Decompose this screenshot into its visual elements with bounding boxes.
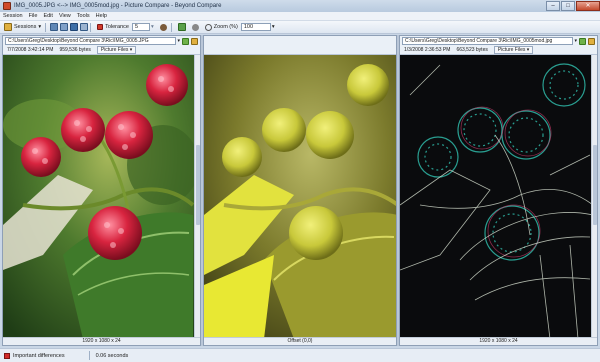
refresh-icon[interactable]	[182, 37, 189, 45]
right-pane-header: C:\Users\Greg\Desktop\Beyond Compare 3\R…	[400, 36, 597, 55]
difference-image[interactable]	[204, 55, 396, 337]
menu-help[interactable]: Help	[93, 12, 110, 21]
zoom-select[interactable]: 100	[240, 23, 271, 31]
left-vertical-scrollbar[interactable]	[194, 55, 200, 337]
close-button[interactable]: ✕	[576, 0, 600, 11]
left-path-input[interactable]: C:\Users\Greg\Desktop\Beyond Compare 3\R…	[5, 37, 177, 45]
menu-tools[interactable]: Tools	[74, 12, 93, 21]
open-folder-icon[interactable]	[588, 37, 595, 45]
person-button[interactable]	[158, 22, 169, 33]
view-mode-buttons	[50, 22, 89, 33]
zoom-label: Zoom (%)	[213, 24, 238, 30]
edge-filtered-photo-graphic	[400, 55, 591, 337]
difference-graphic	[204, 55, 396, 337]
tolerance-label: Tolerance	[105, 24, 129, 30]
left-pane-header: C:\Users\Greg\Desktop\Beyond Compare 3\R…	[3, 36, 200, 55]
left-path-row: C:\Users\Greg\Desktop\Beyond Compare 3\R…	[3, 36, 200, 45]
side-by-side-icon[interactable]	[60, 23, 69, 31]
magnifier-icon	[204, 23, 212, 31]
sessions-button[interactable]: Sessions ▾	[2, 22, 43, 33]
overlay-view-icon[interactable]	[80, 23, 89, 31]
chevron-down-icon: ▾	[526, 46, 530, 53]
right-image-pane: C:\Users\Greg\Desktop\Beyond Compare 3\R…	[399, 35, 598, 346]
tolerance-spinner[interactable]: ▾	[151, 24, 154, 30]
toolbar-separator	[45, 22, 47, 32]
chevron-down-icon[interactable]: ▾	[177, 38, 180, 44]
left-image[interactable]	[3, 55, 194, 337]
right-file-date: 1/3/2008 2:36:53 PM	[404, 46, 451, 53]
open-folder-icon[interactable]	[191, 37, 198, 45]
differences-label: Important differences	[13, 352, 65, 359]
person-icon	[159, 23, 167, 31]
right-file-type-select[interactable]: Picture Files ▾	[493, 45, 534, 54]
left-file-type-select[interactable]: Picture Files ▾	[96, 45, 137, 54]
right-path-input[interactable]: C:\Users\Greg\Desktop\Beyond Compare 3\R…	[402, 37, 574, 45]
right-path-row: C:\Users\Greg\Desktop\Beyond Compare 3\R…	[400, 36, 597, 45]
right-file-type-label: Picture Files	[497, 46, 526, 53]
tolerance-input[interactable]: 5	[131, 23, 150, 31]
menu-view[interactable]: View	[56, 12, 74, 21]
right-scroll-thumb[interactable]	[593, 145, 597, 225]
center-pane-header	[204, 36, 396, 55]
elapsed-time: 0.06 seconds	[95, 352, 129, 359]
left-scroll-thumb[interactable]	[196, 145, 200, 225]
refresh-icon[interactable]	[579, 37, 586, 45]
tolerance-control: Tolerance 5 ▾	[95, 22, 156, 33]
status-separator	[88, 351, 90, 360]
gear-icon	[191, 23, 199, 31]
sessions-label: Sessions	[14, 24, 37, 30]
center-pane-footer: Offset (0,0)	[204, 337, 396, 345]
toolbar: Sessions ▾ Tolerance 5 ▾ Zoom (%) 100 ▾	[0, 21, 600, 34]
menu-file[interactable]: File	[26, 12, 41, 21]
right-image[interactable]	[400, 55, 591, 337]
right-file-size: 663,523 bytes	[456, 46, 488, 53]
chevron-down-icon[interactable]: ▾	[574, 38, 577, 44]
left-file-date: 7/7/2008 3:42:14 PM	[7, 46, 54, 53]
original-photo-graphic	[3, 55, 194, 337]
window-controls: – □ ✕	[545, 0, 600, 12]
left-image-pane: C:\Users\Greg\Desktop\Beyond Compare 3\R…	[2, 35, 201, 346]
right-file-info: 1/3/2008 2:36:53 PM 663,523 bytes Pictur…	[400, 45, 597, 54]
left-file-info: 7/7/2008 3:42:14 PM 959,536 bytes Pictur…	[3, 45, 200, 54]
maximize-button[interactable]: □	[561, 0, 575, 11]
chevron-down-icon[interactable]: ▾	[272, 24, 275, 30]
folder-icon	[4, 23, 12, 31]
chevron-down-icon: ▾	[38, 24, 42, 30]
toolbar-separator	[90, 22, 92, 32]
menu-edit[interactable]: Edit	[40, 12, 55, 21]
menu-bar: Session File Edit View Tools Help	[0, 12, 600, 21]
compare-view-icon[interactable]	[70, 23, 79, 31]
swap-icon	[177, 23, 186, 31]
zoom-control: Zoom (%) 100 ▾	[203, 22, 277, 33]
status-bar: Important differences 0.06 seconds	[0, 348, 600, 362]
left-pane-footer: 1920 x 1080 x 24	[3, 337, 200, 345]
swap-button[interactable]	[176, 22, 188, 33]
app-icon	[3, 2, 11, 10]
difference-legend-swatch	[4, 352, 10, 359]
left-file-type-label: Picture Files	[100, 46, 129, 53]
toolbar-separator	[170, 22, 172, 32]
window-title: IMG_0005.JPG <--> IMG_0005mod.jpg - Pict…	[14, 3, 222, 9]
menu-session[interactable]: Session	[0, 12, 26, 21]
chevron-down-icon: ▾	[129, 46, 133, 53]
center-diff-pane: Offset (0,0)	[203, 35, 397, 346]
minimize-button[interactable]: –	[546, 0, 560, 11]
single-view-icon[interactable]	[50, 23, 59, 31]
right-pane-footer: 1920 x 1080 x 24	[400, 337, 597, 345]
tolerance-icon	[97, 24, 104, 30]
left-file-size: 959,536 bytes	[59, 46, 91, 53]
right-vertical-scrollbar[interactable]	[591, 55, 597, 337]
options-button[interactable]	[190, 22, 201, 33]
title-bar: IMG_0005.JPG <--> IMG_0005mod.jpg - Pict…	[0, 0, 600, 12]
